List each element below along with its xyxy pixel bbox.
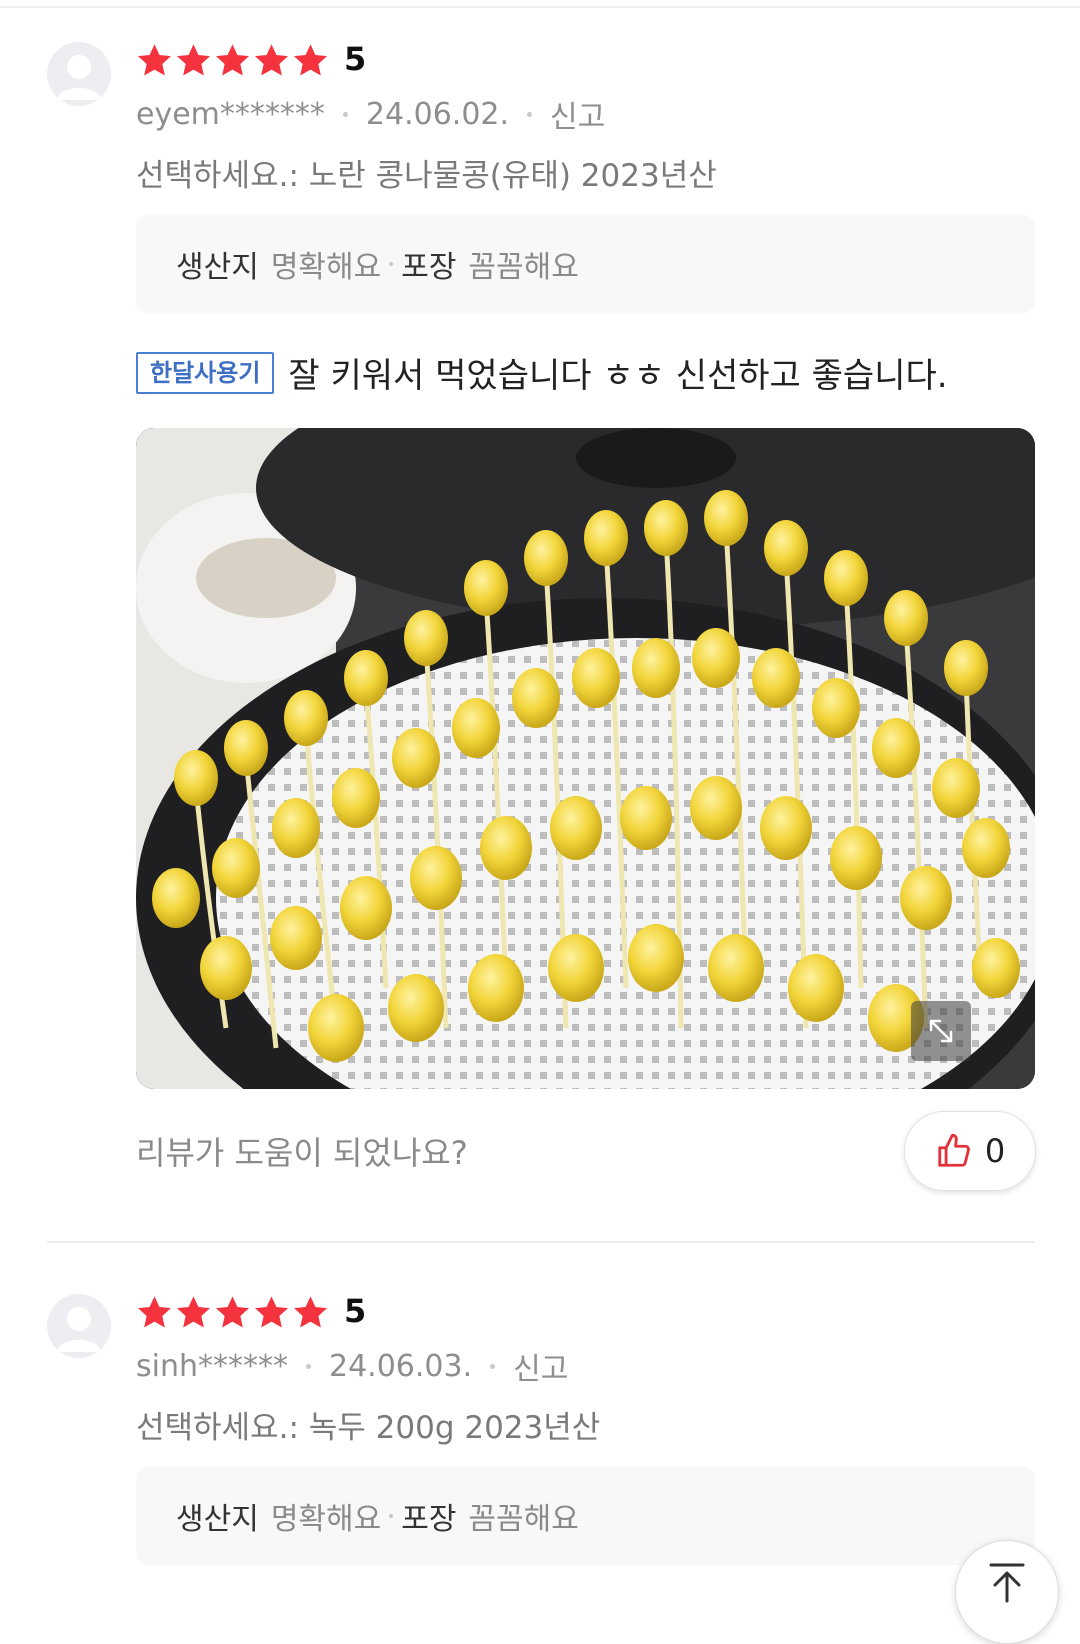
star-icon bbox=[294, 1295, 327, 1327]
evaluation-tags: 생산지 명확해요 포장 꼼꼼해요 bbox=[136, 215, 1035, 313]
user-avatar-icon bbox=[47, 42, 111, 106]
like-count: 0 bbox=[984, 1132, 1006, 1170]
review-meta: sinh****** 24.06.03. 신고 bbox=[136, 1344, 568, 1388]
review-text: 잘 키워서 먹었습니다 ㅎㅎ 신선하고 좋습니다. bbox=[288, 356, 948, 396]
star-rating bbox=[136, 40, 329, 80]
tag-key: 생산지 bbox=[176, 250, 259, 285]
tag-value: 명확해요 bbox=[270, 250, 382, 285]
like-button[interactable]: 0 bbox=[904, 1111, 1036, 1191]
star-icon bbox=[255, 1295, 288, 1327]
review-date: 24.06.03. bbox=[329, 1348, 473, 1384]
rating-score: 5 bbox=[344, 1292, 367, 1330]
tag-value: 꼼꼼해요 bbox=[468, 250, 579, 285]
star-icon bbox=[177, 1295, 210, 1327]
star-icon bbox=[216, 1295, 249, 1327]
user-avatar-icon bbox=[47, 1294, 111, 1358]
meta-separator bbox=[306, 1363, 311, 1369]
meta-separator bbox=[490, 1363, 496, 1369]
star-icon bbox=[216, 43, 249, 75]
tag-separator bbox=[389, 1514, 394, 1518]
review-photo[interactable] bbox=[136, 428, 1035, 1089]
scroll-to-top-icon bbox=[989, 1563, 1025, 1603]
report-link[interactable]: 신고 bbox=[513, 1344, 568, 1388]
purchase-option: 선택하세요.: 녹두 200g 2023년산 bbox=[136, 1410, 601, 1446]
scroll-to-top-button[interactable] bbox=[955, 1540, 1059, 1644]
meta-separator bbox=[342, 111, 348, 117]
reviewer-id: eyem******* bbox=[136, 96, 325, 132]
review-date: 24.06.02. bbox=[365, 96, 510, 132]
star-icon bbox=[177, 43, 210, 75]
expand-icon[interactable] bbox=[911, 1001, 971, 1061]
star-icon bbox=[138, 43, 171, 75]
purchase-option: 선택하세요.: 노란 콩나물콩(유태) 2023년산 bbox=[136, 158, 717, 194]
tag-key: 생산지 bbox=[176, 1502, 259, 1537]
review-meta: eyem******* 24.06.02. 신고 bbox=[136, 92, 605, 136]
rating-score: 5 bbox=[344, 40, 367, 78]
star-icon bbox=[138, 1295, 171, 1327]
evaluation-tags: 생산지 명확해요 포장 꼼꼼해요 bbox=[136, 1467, 1035, 1565]
month-use-badge: 한달사용기 bbox=[136, 351, 275, 394]
tag-key: 포장 bbox=[401, 250, 457, 285]
helpful-prompt: 리뷰가 도움이 되었나요? bbox=[136, 1134, 468, 1172]
thumbs-up-icon bbox=[938, 1133, 970, 1167]
star-icon bbox=[255, 43, 288, 75]
review-body: 한달사용기 잘 키워서 먹었습니다 ㅎㅎ 신선하고 좋습니다. bbox=[136, 348, 948, 397]
report-link[interactable]: 신고 bbox=[550, 92, 605, 136]
review-divider bbox=[47, 1241, 1035, 1243]
tag-separator bbox=[389, 262, 394, 266]
star-icon bbox=[294, 43, 327, 75]
star-rating bbox=[136, 1292, 329, 1332]
meta-separator bbox=[527, 111, 533, 117]
tag-value: 명확해요 bbox=[270, 1502, 382, 1537]
reviewer-id: sinh****** bbox=[136, 1348, 288, 1384]
tag-value: 꼼꼼해요 bbox=[468, 1502, 579, 1537]
top-divider bbox=[0, 6, 1080, 8]
tag-key: 포장 bbox=[401, 1502, 457, 1537]
